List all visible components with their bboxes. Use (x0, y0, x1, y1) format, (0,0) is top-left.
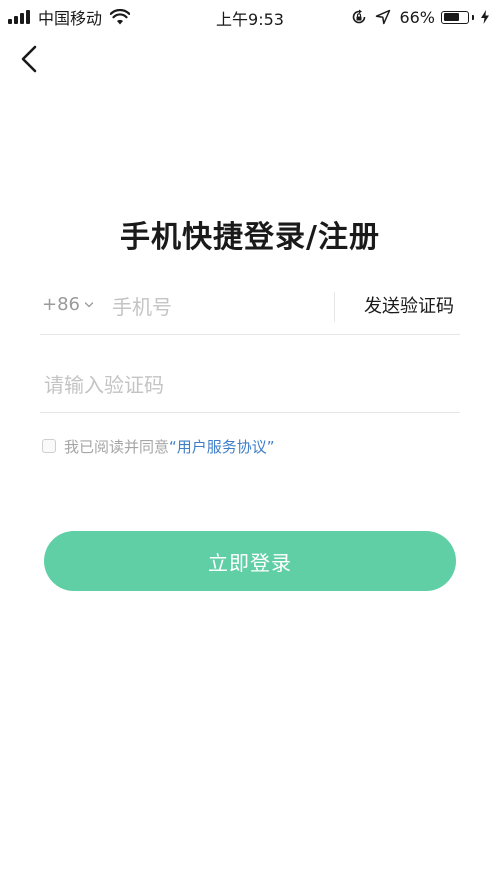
send-code-button[interactable]: 发送验证码 (364, 292, 454, 318)
agreement-text: 我已阅读并同意 (64, 437, 170, 456)
rotation-lock-icon (353, 9, 366, 24)
country-code-selector[interactable]: +86 (42, 294, 94, 315)
battery-icon (441, 10, 469, 24)
chevron-down-icon (84, 301, 94, 307)
verification-code-input[interactable] (44, 368, 444, 402)
agreement-row: 我已阅读并同意 “用户服务协议” (42, 436, 275, 456)
back-chevron-icon (21, 45, 37, 73)
user-agreement-link[interactable]: “用户服务协议” (169, 436, 275, 457)
field-divider (334, 292, 335, 322)
battery-fill (443, 13, 459, 21)
location-icon (376, 9, 391, 25)
back-button[interactable] (12, 42, 46, 76)
status-bar-right: 66% (351, 6, 490, 28)
battery-percent: 66% (399, 7, 435, 27)
status-bar: 中国移动 上午9:53 66% (0, 0, 500, 34)
phone-number-row: +86 发送验证码 (40, 282, 460, 335)
agreement-checkbox[interactable] (42, 439, 56, 453)
phone-number-input[interactable] (112, 290, 322, 324)
login-button[interactable]: 立即登录 (44, 531, 456, 591)
page-title: 手机快捷登录/注册 (120, 220, 380, 255)
country-code-label: +86 (42, 294, 80, 315)
verification-code-row (40, 360, 460, 413)
battery-cap (472, 14, 474, 20)
charging-icon (481, 10, 489, 24)
